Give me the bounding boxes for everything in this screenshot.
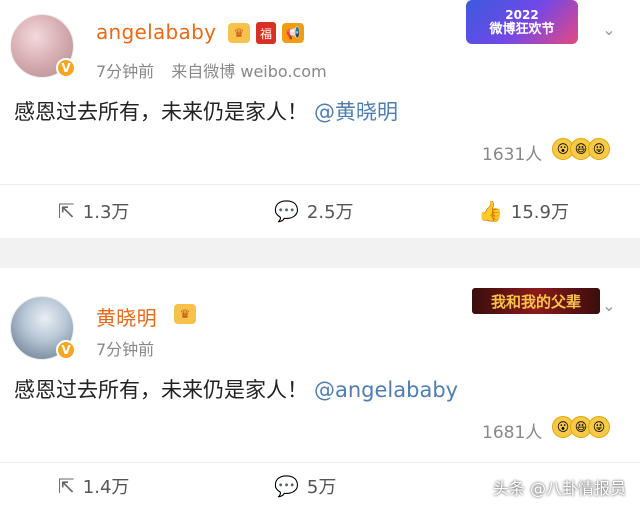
comment-count: 5万 <box>306 476 337 498</box>
post-content: 感恩过去所有，未来仍是家人！ @黄晓明 <box>14 96 398 126</box>
post-meta: 7分钟前 <box>96 336 166 360</box>
comment-count: 2.5万 <box>306 202 354 223</box>
banner-title: 我和我的父辈 <box>490 292 581 311</box>
post-time: 7分钟前 <box>96 62 155 81</box>
comment-icon: 💬 <box>274 199 299 223</box>
repost-count: 1.3万 <box>82 202 130 223</box>
mention-link[interactable]: @angelababy <box>314 378 458 402</box>
username[interactable]: angelababy <box>96 20 216 44</box>
repost-count: 1.4万 <box>82 476 130 498</box>
like-people-count[interactable]: 1631人 <box>482 140 542 165</box>
verified-icon: V <box>56 340 76 360</box>
like-people-count[interactable]: 1681人 <box>482 418 542 443</box>
megaphone-icon: 📢 <box>282 23 304 43</box>
comment-button[interactable]: 💬 5万 <box>274 463 336 508</box>
event-banner[interactable]: 我和我的父辈 <box>472 288 600 314</box>
watermark: 头条 @八卦情报员 <box>492 479 626 498</box>
comment-icon: 💬 <box>274 473 299 498</box>
like-button[interactable]: 👍 15.9万 <box>478 185 569 237</box>
repost-button[interactable]: ⇱ 1.3万 <box>58 185 129 237</box>
banner-title: 微博狂欢节 <box>489 21 555 37</box>
post-time: 7分钟前 <box>96 340 155 359</box>
post-text: 感恩过去所有，未来仍是家人！ <box>14 100 308 124</box>
like-count: 15.9万 <box>510 202 569 223</box>
thumbs-up-icon: 👍 <box>478 199 503 223</box>
mention-link[interactable]: @黄晓明 <box>314 100 398 124</box>
fu-icon: 福 <box>256 22 276 44</box>
crown-icon: ♛ <box>174 304 196 324</box>
user-badges: ♛ <box>174 304 196 324</box>
repost-icon: ⇱ <box>58 473 75 498</box>
action-bar: ⇱ 1.3万 💬 2.5万 👍 15.9万 <box>0 184 640 237</box>
tongue-emoji-icon: 😜 <box>588 416 610 438</box>
post-text: 感恩过去所有，未来仍是家人！ <box>14 378 308 402</box>
repost-icon: ⇱ <box>58 199 75 223</box>
chevron-down-icon[interactable]: ⌄ <box>598 294 620 316</box>
reaction-emojis[interactable]: 😮 😆 😜 <box>552 416 610 438</box>
repost-button[interactable]: ⇱ 1.4万 <box>58 463 129 508</box>
verified-icon: V <box>56 58 76 78</box>
tongue-emoji-icon: 😜 <box>588 138 610 160</box>
username[interactable]: 黄晓明 <box>96 302 157 331</box>
post-meta: 7分钟前 来自微博 weibo.com <box>96 58 339 82</box>
comment-button[interactable]: 💬 2.5万 <box>274 185 354 237</box>
weibo-post-angelababy: V angelababy ♛ 福 📢 7分钟前 来自微博 weibo.com 2… <box>0 0 640 238</box>
avatar[interactable]: V <box>10 14 76 78</box>
event-banner[interactable]: 2022 微博狂欢节 <box>466 0 578 44</box>
post-content: 感恩过去所有，未来仍是家人！ @angelababy <box>14 374 458 404</box>
post-source[interactable]: 来自微博 weibo.com <box>171 62 326 81</box>
crown-icon: ♛ <box>228 23 250 43</box>
user-badges: ♛ 福 📢 <box>228 22 304 44</box>
reaction-emojis[interactable]: 😮 😆 😜 <box>552 138 610 160</box>
banner-year: 2022 <box>505 7 539 22</box>
avatar[interactable]: V <box>10 296 76 360</box>
post-divider <box>0 238 640 268</box>
chevron-down-icon[interactable]: ⌄ <box>598 18 620 40</box>
